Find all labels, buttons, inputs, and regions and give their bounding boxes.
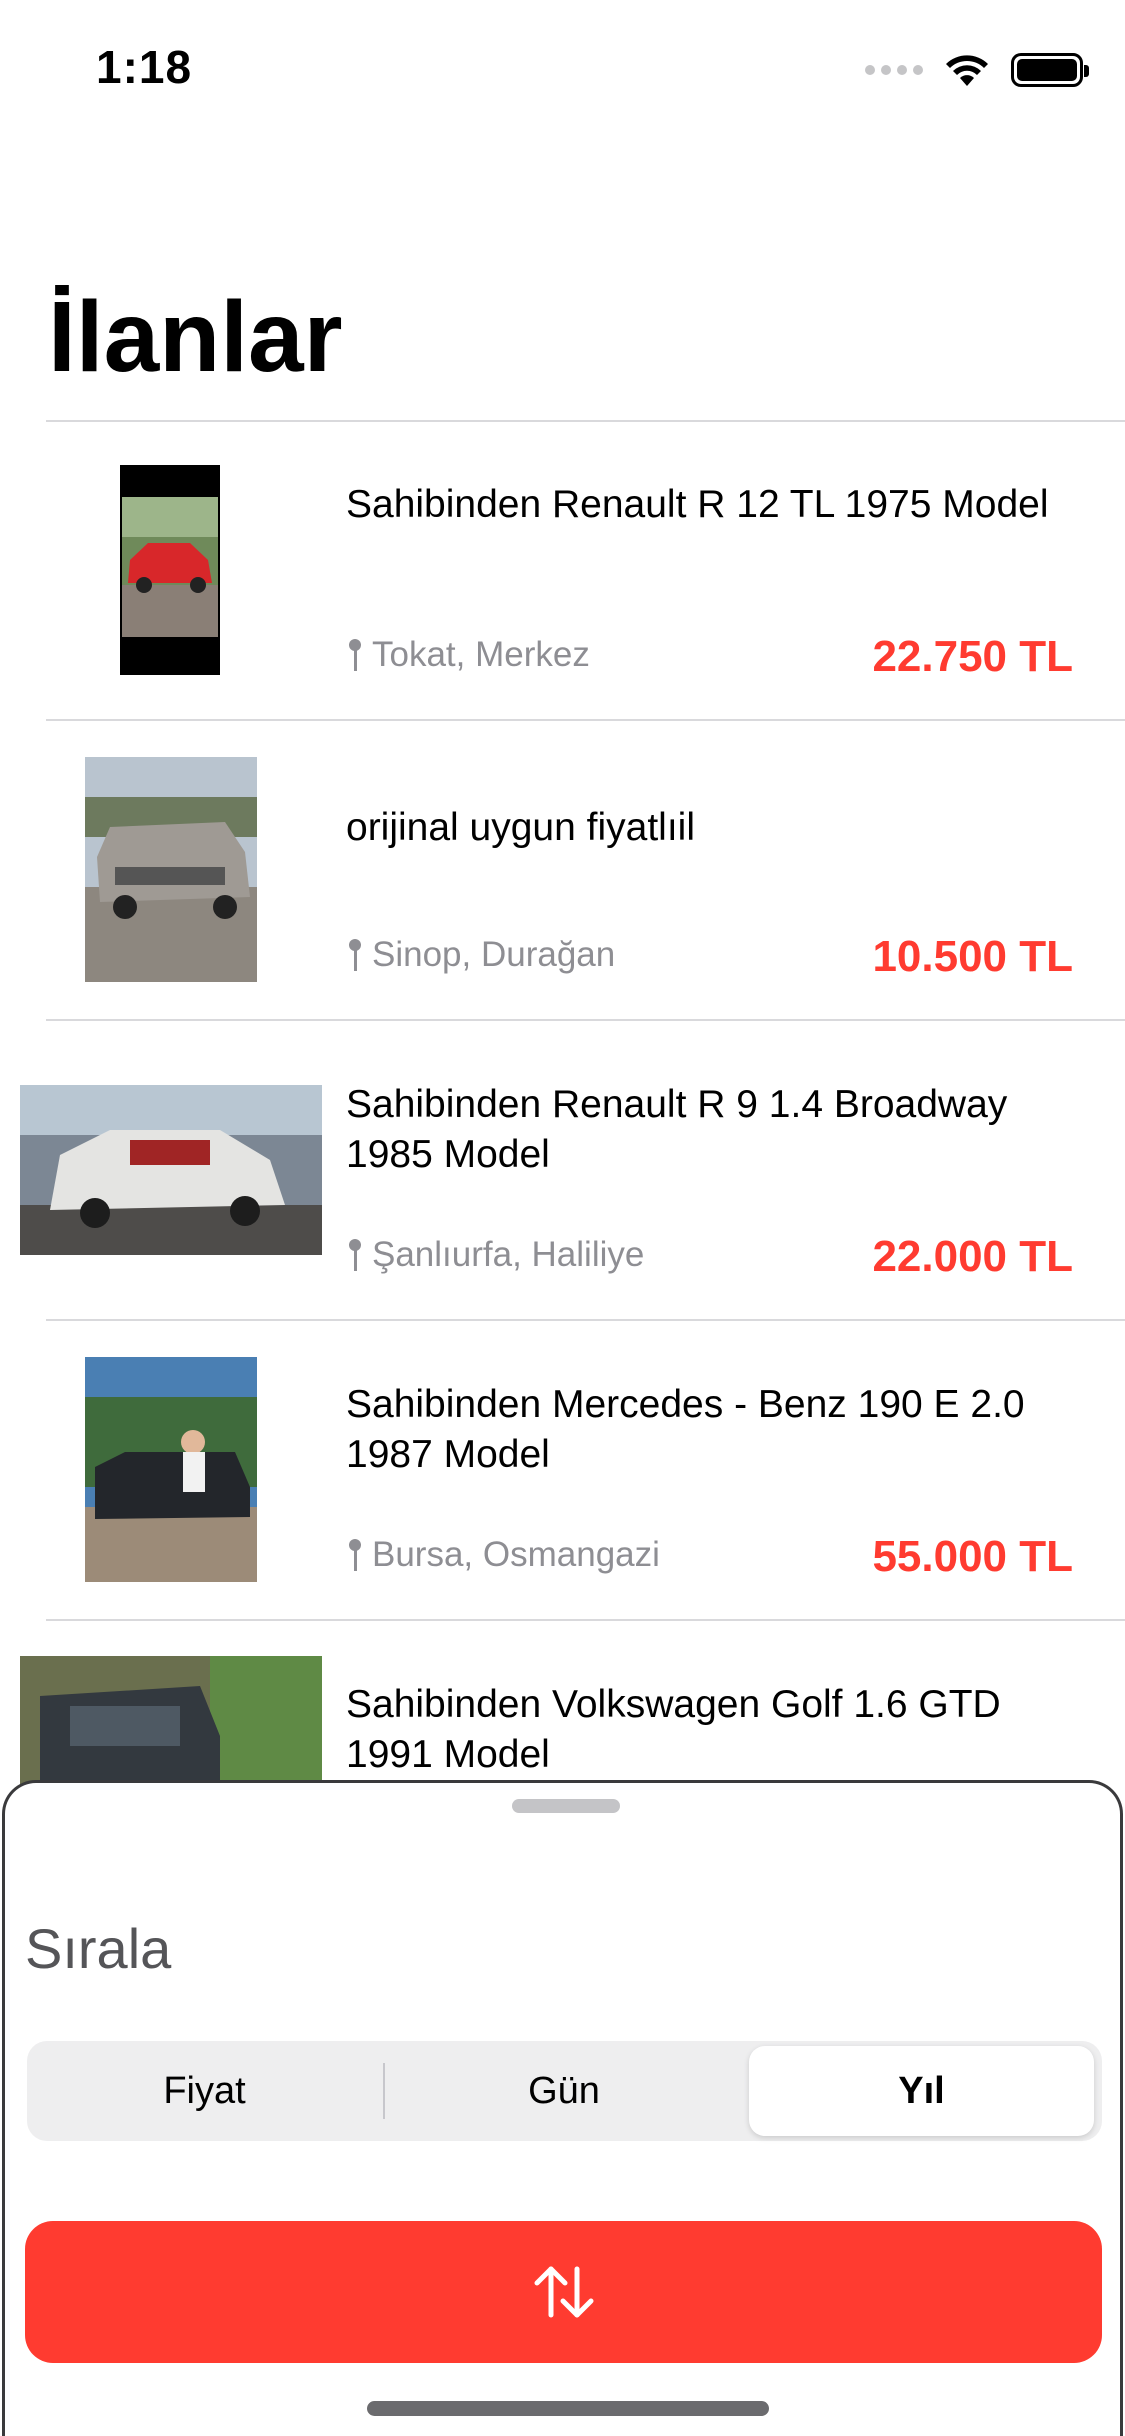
listing-title: Sahibinden Renault R 9 1.4 Broadway 1985…: [346, 1083, 1008, 1176]
wifi-icon: [946, 55, 988, 86]
listing-location: Şanlıurfa, Haliliye: [346, 1235, 644, 1275]
listing-title: Sahibinden Volkswagen Golf 1.6 GTD 1991 …: [346, 1683, 1001, 1776]
listing-thumbnail: [20, 1085, 322, 1255]
listing-price: 22.750 TL: [872, 632, 1073, 681]
listing-location-text: Sinop, Durağan: [372, 935, 616, 974]
listing-location-text: Tokat, Merkez: [372, 635, 590, 674]
listing-location: Bursa, Osmangazi: [346, 1535, 660, 1575]
segment-day[interactable]: Gün: [389, 2046, 739, 2136]
location-pin-icon: [346, 1237, 364, 1273]
segment-price[interactable]: Fiyat: [32, 2046, 377, 2136]
sort-segmented-control[interactable]: Fiyat Gün Yıl: [27, 2041, 1102, 2141]
listing-row[interactable]: Sahibinden Mercedes - Benz 190 E 2.0 198…: [0, 1320, 1125, 1620]
signal-icon: [865, 65, 923, 75]
listing-thumbnail: [85, 1357, 257, 1582]
sheet-grabber[interactable]: [512, 1799, 620, 1813]
listing-price: 22.000 TL: [872, 1232, 1073, 1281]
listing-location-text: Şanlıurfa, Haliliye: [372, 1235, 645, 1274]
sort-sheet: Sırala Fiyat Gün Yıl: [2, 1780, 1123, 2436]
segment-year[interactable]: Yıl: [749, 2046, 1094, 2136]
listing-title: Sahibinden Mercedes - Benz 190 E 2.0 198…: [346, 1383, 1025, 1476]
listing-row[interactable]: Sahibinden Renault R 9 1.4 Broadway 1985…: [0, 1020, 1125, 1320]
location-pin-icon: [346, 937, 364, 973]
location-pin-icon: [346, 637, 364, 673]
listing-location-text: Bursa, Osmangazi: [372, 1535, 660, 1574]
segment-divider: [383, 2063, 385, 2119]
listing-thumbnail: [120, 465, 220, 675]
listing-title: orijinal uygun fiyatlıil: [346, 806, 696, 849]
sheet-title: Sırala: [25, 1917, 172, 1980]
sort-arrows-icon: [534, 2266, 593, 2318]
listing-location: Tokat, Merkez: [346, 635, 590, 675]
page-title: İlanlar: [48, 281, 343, 393]
status-icons: [865, 50, 1089, 90]
listing-row[interactable]: orijinal uygun fiyatlıil Sinop, Durağan …: [0, 720, 1125, 1020]
listing-location: Sinop, Durağan: [346, 935, 615, 975]
location-pin-icon: [346, 1537, 364, 1573]
listing-price: 10.500 TL: [872, 932, 1073, 981]
status-bar: 1:18: [0, 0, 1125, 140]
listing-row[interactable]: Sahibinden Renault R 12 TL 1975 Model To…: [0, 420, 1125, 720]
status-time: 1:18: [96, 41, 193, 93]
battery-icon: [1011, 53, 1089, 87]
listing-thumbnail: [85, 757, 257, 982]
listing-title: Sahibinden Renault R 12 TL 1975 Model: [346, 483, 1049, 526]
listing-price: 55.000 TL: [872, 1532, 1073, 1581]
home-indicator: [367, 2401, 769, 2416]
sort-button[interactable]: [25, 2221, 1102, 2363]
